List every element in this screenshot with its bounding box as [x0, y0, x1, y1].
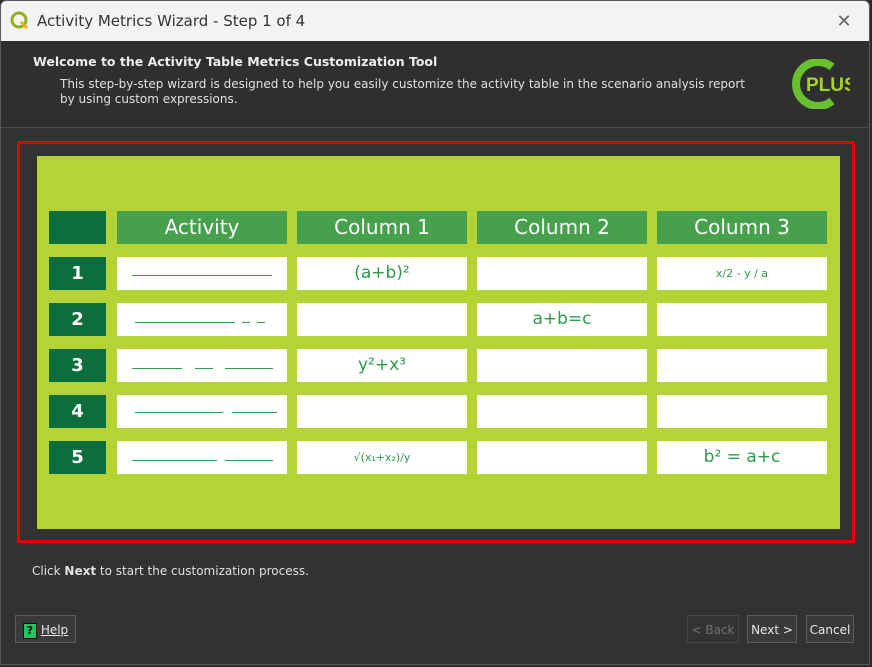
column-header: Activity [117, 211, 287, 244]
table-corner [49, 211, 106, 244]
table-cell [297, 395, 467, 428]
help-label: Help [40, 623, 69, 637]
header-divider [1, 127, 869, 128]
activity-cell [117, 441, 287, 474]
table-cell: b² = a+c [657, 441, 827, 474]
column-header: Column 1 [297, 211, 467, 244]
table-cell [477, 441, 647, 474]
table-cell: y²+x³ [297, 349, 467, 382]
table-cell: a+b=c [477, 303, 647, 336]
title-bar: Activity Metrics Wizard - Step 1 of 4 ✕ [1, 1, 869, 41]
activity-cell [117, 303, 287, 336]
row-number: 3 [49, 349, 106, 382]
plus-logo: PLUS [792, 59, 850, 109]
table-cell: (a+b)² [297, 257, 467, 290]
instruction-text: Click Next to start the customization pr… [32, 564, 309, 578]
table-cell [477, 349, 647, 382]
wizard-window: Activity Metrics Wizard - Step 1 of 4 ✕ … [0, 0, 870, 665]
instruction-prefix: Click [32, 564, 65, 578]
wizard-header: Welcome to the Activity Table Metrics Cu… [1, 41, 869, 127]
table-cell: √(x₁+x₂)/y [297, 441, 467, 474]
logo-text: PLUS [806, 75, 850, 96]
illustration: Activity Column 1 Column 2 Column 3 1 (a… [37, 156, 840, 529]
back-button[interactable]: < Back [687, 615, 739, 643]
table-cell: x/2 - y / a [657, 257, 827, 290]
header-title: Welcome to the Activity Table Metrics Cu… [33, 54, 438, 69]
activity-cell [117, 257, 287, 290]
column-header: Column 3 [657, 211, 827, 244]
table-cell [657, 303, 827, 336]
close-button[interactable]: ✕ [833, 10, 855, 32]
activity-cell [117, 349, 287, 382]
next-button[interactable]: Next > [747, 615, 797, 643]
column-header: Column 2 [477, 211, 647, 244]
cancel-button[interactable]: Cancel [806, 615, 854, 643]
table-cell [297, 303, 467, 336]
row-number: 1 [49, 257, 106, 290]
qgis-icon [10, 11, 29, 30]
illustration-frame: Activity Column 1 Column 2 Column 3 1 (a… [17, 141, 855, 543]
table-cell [477, 395, 647, 428]
instruction-bold: Next [64, 564, 97, 578]
row-number: 5 [49, 441, 106, 474]
row-number: 4 [49, 395, 106, 428]
table-cell [477, 257, 647, 290]
help-button[interactable]: ? Help [15, 615, 76, 643]
header-description: This step-by-step wizard is designed to … [60, 77, 745, 106]
instruction-suffix: to start the customization process. [96, 564, 309, 578]
row-number: 2 [49, 303, 106, 336]
activity-cell [117, 395, 287, 428]
help-icon: ? [22, 622, 37, 639]
table-cell [657, 395, 827, 428]
table-cell [657, 349, 827, 382]
window-title: Activity Metrics Wizard - Step 1 of 4 [37, 12, 306, 30]
